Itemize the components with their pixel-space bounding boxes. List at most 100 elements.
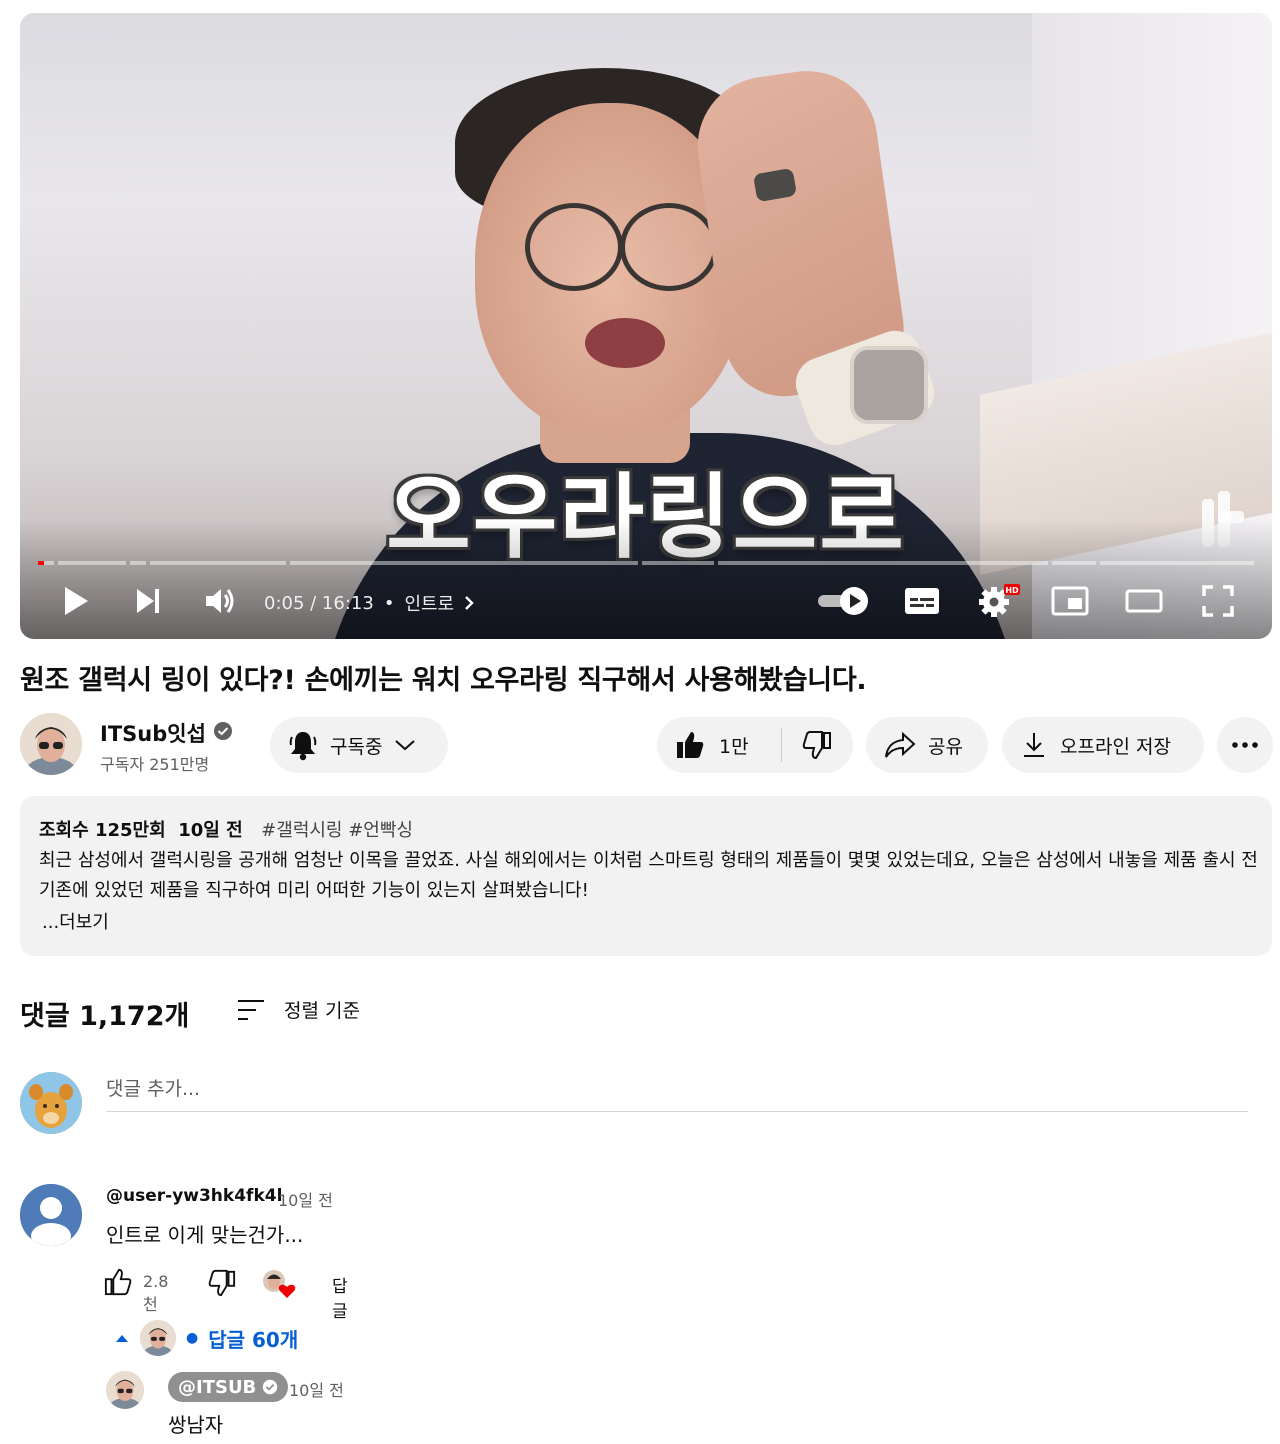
chapter-segment <box>1052 561 1096 565</box>
settings-button[interactable]: HD <box>974 579 1020 623</box>
hd-badge: HD <box>1005 586 1019 595</box>
play-icon <box>65 587 88 615</box>
channel-name[interactable]: ITSub잇섭 <box>100 718 206 748</box>
reply-author-badge[interactable]: @ITSUB <box>168 1372 289 1402</box>
fullscreen-button[interactable] <box>1198 579 1238 623</box>
more-horizontal-icon <box>1232 742 1258 748</box>
user-avatar-image <box>20 1072 82 1134</box>
subscribe-label: 구독중 <box>330 735 383 758</box>
bell-icon <box>289 732 317 761</box>
glasses-left <box>525 203 623 291</box>
download-button[interactable]: 오프라인 저장 <box>1002 717 1204 773</box>
next-icon <box>137 589 159 613</box>
comment-like-count: 2.8천 <box>143 1272 169 1314</box>
download-icon <box>1024 733 1044 757</box>
creator-heart-icon <box>263 1270 296 1298</box>
channel-avatar[interactable] <box>20 713 82 775</box>
description-box[interactable]: 조회수 125만회 10일 전 #갤럭시링 #언빡싱 최근 삼성에서 갤럭시링을… <box>20 796 1272 956</box>
chevron-right-icon <box>465 596 474 610</box>
glasses-right <box>620 203 718 291</box>
chapter-label: 인트로 <box>404 594 455 615</box>
video-player[interactable]: 오우라링으로 0:05 / 16:13 • 인트로 HD <box>20 13 1272 639</box>
progress-bar[interactable] <box>38 561 1254 565</box>
chapter-segment <box>150 561 286 565</box>
download-label: 오프라인 저장 <box>1060 735 1171 758</box>
thumbs-up-icon <box>677 732 704 758</box>
user-avatar <box>20 1072 82 1134</box>
subscriber-count: 구독자 251만명 <box>100 755 210 774</box>
channel-avatar-image <box>20 713 82 775</box>
comment-dislike-icon[interactable] <box>208 1269 236 1297</box>
sort-icon <box>238 999 264 1020</box>
replies-count: 답글 60개 <box>208 1327 299 1352</box>
subtitles-icon <box>905 588 939 614</box>
subtitles-button[interactable] <box>902 579 942 623</box>
miniplayer-icon <box>1051 586 1089 616</box>
comment-author[interactable]: @user-yw3hk4fk4l <box>106 1186 282 1206</box>
subscribe-button[interactable]: 구독중 <box>270 717 448 773</box>
chapter-segment <box>58 561 126 565</box>
theater-button[interactable] <box>1124 579 1164 623</box>
chapter-segment <box>642 561 714 565</box>
video-person-mouth <box>585 318 665 368</box>
like-dislike-group: 1만 <box>657 717 853 773</box>
like-count: 1만 <box>719 735 749 758</box>
verified-icon <box>263 1379 278 1395</box>
chapter-segment <box>1100 561 1254 565</box>
view-count: 조회수 125만회 <box>39 820 166 841</box>
time-text: 0:05 / 16:13 <box>264 592 374 614</box>
settings-icon: HD <box>979 584 1020 617</box>
hashtags[interactable]: #갤럭시링 #언빡싱 <box>261 820 413 841</box>
creator-avatar-image <box>106 1371 144 1409</box>
chapter-segment <box>718 561 1048 565</box>
sort-label: 정렬 기준 <box>284 1000 360 1022</box>
sort-button[interactable]: 정렬 기준 <box>236 996 360 1023</box>
autoplay-toggle[interactable] <box>816 579 872 623</box>
creator-avatar-image <box>140 1320 176 1356</box>
theater-icon <box>1125 589 1163 613</box>
volume-button[interactable] <box>200 579 240 623</box>
chapter-button[interactable]: 인트로 <box>404 590 474 616</box>
miniplayer-button[interactable] <box>1050 579 1090 623</box>
video-title: 원조 갤럭시 링이 있다?! 손에끼는 워치 오우라링 직구해서 사용해봤습니다… <box>20 665 867 696</box>
comment-text: 인트로 이게 맞는건가... <box>106 1223 304 1247</box>
share-label: 공유 <box>928 735 963 758</box>
more-actions-button[interactable] <box>1217 717 1273 773</box>
show-more-button[interactable]: ...더보기 <box>42 908 109 934</box>
play-button[interactable] <box>56 579 96 623</box>
comment-like-icon[interactable] <box>104 1268 132 1296</box>
chevron-up-icon <box>116 1335 128 1342</box>
next-button[interactable] <box>128 579 168 623</box>
add-comment-input[interactable]: 댓글 추가... <box>106 1074 1248 1112</box>
separator-dot: • <box>383 592 395 614</box>
creator-mini-avatar <box>140 1320 176 1356</box>
share-button[interactable]: 공유 <box>866 717 988 773</box>
share-icon <box>885 731 916 758</box>
fullscreen-icon <box>1202 585 1234 617</box>
volume-icon <box>206 589 234 613</box>
autoplay-toggle-icon <box>818 587 868 615</box>
reply-author: @ITSUB <box>178 1376 257 1398</box>
dislike-button[interactable] <box>782 717 853 773</box>
reply-avatar[interactable] <box>106 1371 144 1409</box>
replies-toggle[interactable]: ● 답글 60개 <box>114 1318 298 1358</box>
chevron-down-icon <box>395 740 416 751</box>
separator-dot: ● <box>186 1330 199 1346</box>
description-meta: 조회수 125만회 10일 전 #갤럭시링 #언빡싱 <box>39 816 413 842</box>
progress-played <box>38 561 45 565</box>
reply-button[interactable]: 답글 <box>332 1272 348 1322</box>
chapter-segment <box>130 561 146 565</box>
default-user-icon <box>20 1184 82 1246</box>
commenter-avatar[interactable] <box>20 1184 82 1246</box>
upload-age: 10일 전 <box>178 820 243 841</box>
thumbs-down-icon <box>803 731 832 760</box>
reply-text: 쌍남자 <box>168 1413 224 1437</box>
chapter-segment <box>290 561 638 565</box>
description-text: 최근 삼성에서 갤럭시링을 공개해 엄청난 이목을 끌었죠. 사실 해외에서는 … <box>39 850 1258 901</box>
video-watch-face <box>850 346 928 424</box>
reply-time[interactable]: 10일 전 <box>289 1377 344 1401</box>
verified-icon <box>214 722 232 740</box>
like-button[interactable]: 1만 <box>657 717 765 773</box>
comment-time[interactable]: 10일 전 <box>278 1187 333 1211</box>
comment-count: 댓글 1,172개 <box>20 1001 190 1032</box>
